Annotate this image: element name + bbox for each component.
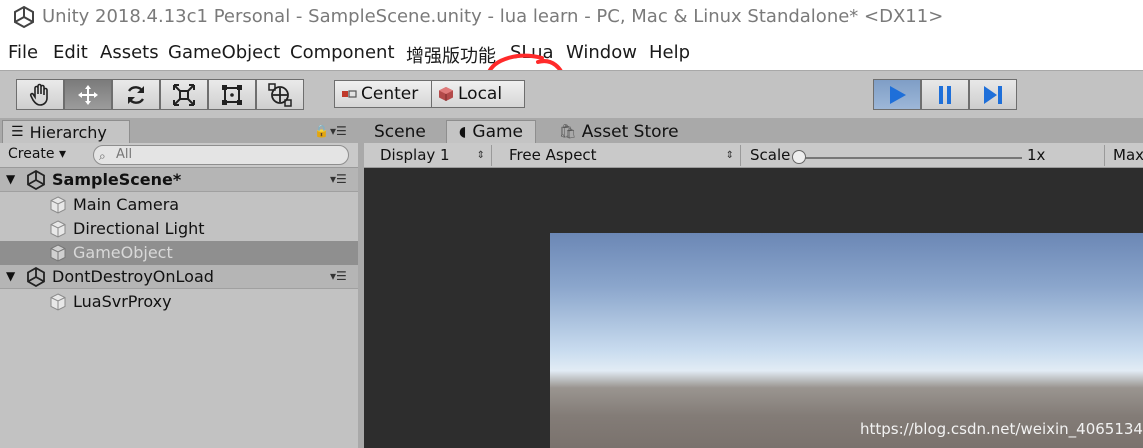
gameobject-cube-icon xyxy=(50,293,66,311)
hierarchy-item-label: LuaSvrProxy xyxy=(73,292,172,311)
rotate-icon xyxy=(127,85,145,104)
dropdown-arrows-icon: ⇕ xyxy=(725,150,734,161)
hierarchy-item[interactable]: Main Camera xyxy=(0,193,358,217)
move-tool-button[interactable] xyxy=(64,79,112,110)
menu-file[interactable]: File xyxy=(8,42,38,63)
aspect-value: Free Aspect xyxy=(509,146,597,164)
unity-logo-icon xyxy=(14,5,34,29)
create-label: Create xyxy=(8,146,55,162)
menu-edit[interactable]: Edit xyxy=(53,42,88,63)
hierarchy-tab-label: Hierarchy xyxy=(29,122,107,142)
space-label: Local xyxy=(458,84,503,104)
search-icon: ⌕ xyxy=(99,149,106,163)
game-control-bar: Display 1 ⇕ Free Aspect ⇕ Scale 1x Maxi xyxy=(364,143,1143,168)
transform-tool-button[interactable] xyxy=(256,79,304,110)
list-icon: ☰ xyxy=(11,124,24,140)
game-tab-bar: Scene ◖ Game 🛍 Asset Store xyxy=(364,118,1143,143)
search-placeholder: All xyxy=(116,147,133,162)
step-button[interactable] xyxy=(969,79,1017,110)
aspect-dropdown[interactable]: Free Aspect ⇕ xyxy=(501,145,741,166)
pause-button[interactable] xyxy=(921,79,969,110)
pause-icon xyxy=(939,85,951,104)
scene-menu-icon[interactable]: ▾☰ xyxy=(330,172,347,186)
menu-help[interactable]: Help xyxy=(649,42,690,63)
local-cube-icon xyxy=(439,87,453,101)
scale-label: Scale xyxy=(750,146,791,164)
scale-value: 1x xyxy=(1027,146,1046,164)
play-icon xyxy=(890,85,906,104)
gameobject-cube-icon xyxy=(50,220,66,238)
pivot-center-toggle[interactable]: Center xyxy=(334,80,432,108)
pivot-label: Center xyxy=(361,84,419,104)
hierarchy-item-selected[interactable]: GameObject xyxy=(0,241,358,265)
scale-tool-button[interactable] xyxy=(160,79,208,110)
expand-arrow-icon[interactable]: ▼ xyxy=(6,269,15,283)
lock-icon[interactable]: 🔒 xyxy=(314,124,329,138)
play-button[interactable] xyxy=(873,79,921,110)
game-render-skybox xyxy=(550,233,1143,448)
expand-arrow-icon[interactable]: ▼ xyxy=(6,172,15,186)
hierarchy-item-label: GameObject xyxy=(73,243,173,262)
tab-asset-store-label: Asset Store xyxy=(581,121,679,142)
scene-menu-icon[interactable]: ▾☰ xyxy=(330,269,347,283)
menu-slua[interactable]: SLua xyxy=(510,42,554,63)
display-value: Display 1 xyxy=(380,146,450,164)
move-arrows-icon xyxy=(78,84,98,105)
watermark: https://blog.csdn.net/weixin_40651343 xyxy=(860,420,1143,438)
create-dropdown[interactable]: Create ▾ xyxy=(8,146,66,162)
gameobject-cube-icon xyxy=(50,196,66,214)
scale-icon xyxy=(173,83,195,106)
window-title: Unity 2018.4.13c1 Personal - SampleScene… xyxy=(42,6,944,27)
hand-tool-button[interactable] xyxy=(16,79,64,110)
transform-icon xyxy=(268,82,292,107)
scene-row-samplescene[interactable]: ▼ SampleScene* ▾☰ xyxy=(0,168,358,192)
gameobject-cube-icon xyxy=(50,244,66,262)
unity-scene-icon xyxy=(27,267,45,287)
menu-component[interactable]: Component xyxy=(290,42,395,63)
menu-enhanced-features[interactable]: 增强版功能 xyxy=(406,42,496,68)
display-dropdown[interactable]: Display 1 ⇕ xyxy=(372,145,492,166)
scene-name: SampleScene* xyxy=(52,170,182,189)
tab-game[interactable]: ◖ Game xyxy=(446,120,537,143)
tab-asset-store[interactable]: 🛍 Asset Store xyxy=(559,120,679,143)
menu-gameobject[interactable]: GameObject xyxy=(168,42,280,63)
hierarchy-tree: ▼ SampleScene* ▾☰ Main Camera Directiona… xyxy=(0,168,358,448)
hand-icon xyxy=(29,83,48,106)
hierarchy-item-label: Directional Light xyxy=(73,219,205,238)
pivot-icon xyxy=(342,90,357,98)
menu-window[interactable]: Window xyxy=(566,42,637,63)
menu-assets[interactable]: Assets xyxy=(100,42,159,63)
menu-bar: File Edit Assets GameObject Component 增强… xyxy=(0,36,1143,111)
hierarchy-item[interactable]: LuaSvrProxy xyxy=(0,290,358,314)
tab-game-label: Game xyxy=(472,122,524,142)
rect-tool-button[interactable] xyxy=(208,79,256,110)
dropdown-arrows-icon: ⇕ xyxy=(476,150,485,161)
tab-hierarchy[interactable]: ☰ Hierarchy xyxy=(2,120,130,143)
hierarchy-search-input[interactable]: ⌕ All xyxy=(93,145,349,165)
tab-scene[interactable]: Scene xyxy=(374,120,426,143)
hierarchy-search-bar: Create ▾ ⌕ All xyxy=(0,143,358,168)
scale-slider-knob[interactable] xyxy=(792,150,806,164)
hierarchy-tab-bar: ☰ Hierarchy 🔒 ▾☰ xyxy=(0,118,358,143)
step-icon xyxy=(984,85,1002,104)
game-pacman-icon: ◖ xyxy=(459,124,467,140)
store-bag-icon: 🛍 xyxy=(559,123,577,140)
rotate-tool-button[interactable] xyxy=(112,79,160,110)
pivot-local-toggle[interactable]: Local xyxy=(431,80,525,108)
panel-menu-icon[interactable]: ▾☰ xyxy=(330,124,347,138)
unity-scene-icon xyxy=(27,170,45,190)
toolbar: Center Local xyxy=(0,70,1143,118)
maximize-on-play-toggle[interactable]: Maxi xyxy=(1104,145,1143,166)
scale-slider-track[interactable] xyxy=(800,157,1022,159)
title-bar: Unity 2018.4.13c1 Personal - SampleScene… xyxy=(0,0,1143,36)
scene-name: DontDestroyOnLoad xyxy=(52,267,214,286)
hierarchy-item[interactable]: Directional Light xyxy=(0,217,358,241)
rect-transform-icon xyxy=(222,84,242,105)
scene-row-dontdestroyonload[interactable]: ▼ DontDestroyOnLoad ▾☰ xyxy=(0,265,358,289)
hierarchy-item-label: Main Camera xyxy=(73,195,180,214)
